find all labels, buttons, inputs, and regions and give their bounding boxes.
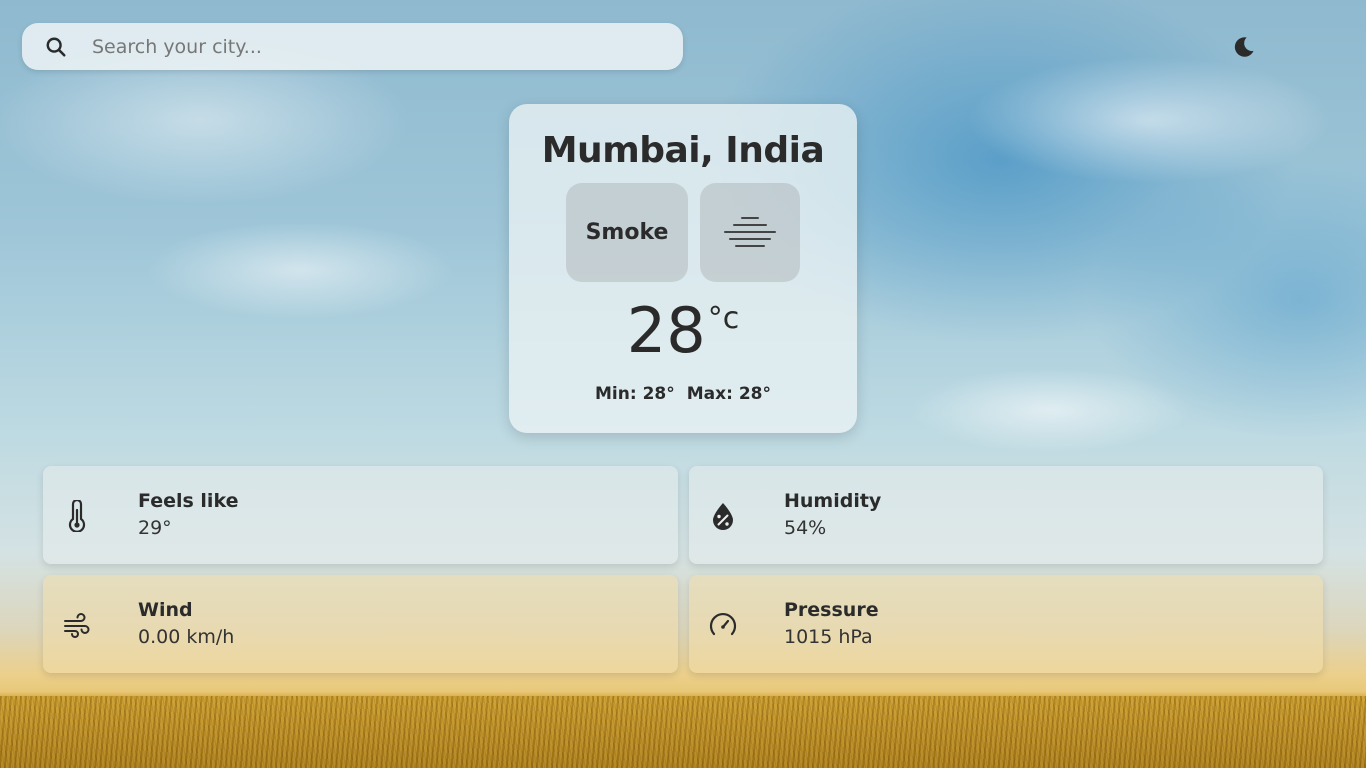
min-temp: Min: 28° — [595, 384, 675, 404]
condition-icon-box — [700, 183, 800, 282]
background-field — [0, 696, 1366, 768]
max-temp: Max: 28° — [686, 384, 771, 404]
min-max: Min: 28° Max: 28° — [509, 384, 857, 404]
gauge-icon — [709, 612, 737, 636]
feels-like-card: Feels like 29° — [43, 466, 678, 564]
haze-icon — [724, 216, 776, 247]
search-bar[interactable] — [22, 23, 683, 70]
search-icon[interactable] — [45, 36, 67, 58]
humidity-value: 54% — [784, 517, 827, 539]
condition-row: Smoke — [509, 183, 857, 282]
pressure-value: 1015 hPa — [784, 626, 873, 648]
condition-label: Smoke — [566, 183, 688, 282]
search-input[interactable] — [90, 34, 654, 59]
pressure-label: Pressure — [784, 599, 879, 621]
location-title: Mumbai, India — [541, 130, 825, 171]
current-weather-card: Mumbai, India Smoke 28°c Min: 28° Max: 28… — [509, 104, 857, 433]
wind-value: 0.00 km/h — [138, 626, 235, 648]
pressure-card: Pressure 1015 hPa — [689, 575, 1323, 673]
humidity-card: Humidity 54% — [689, 466, 1323, 564]
temperature-unit: °c — [707, 301, 740, 336]
wind-label: Wind — [138, 599, 193, 621]
feels-like-label: Feels like — [138, 490, 239, 512]
feels-like-value: 29° — [138, 517, 172, 539]
humidity-drop-icon — [713, 503, 733, 530]
wind-icon — [64, 613, 90, 638]
temperature-value: 28 — [626, 294, 706, 367]
thermometer-icon — [68, 500, 86, 532]
temperature: 28°c — [627, 300, 739, 362]
wind-card: Wind 0.00 km/h — [43, 575, 678, 673]
moon-icon[interactable] — [1231, 34, 1257, 60]
humidity-label: Humidity — [784, 490, 882, 512]
